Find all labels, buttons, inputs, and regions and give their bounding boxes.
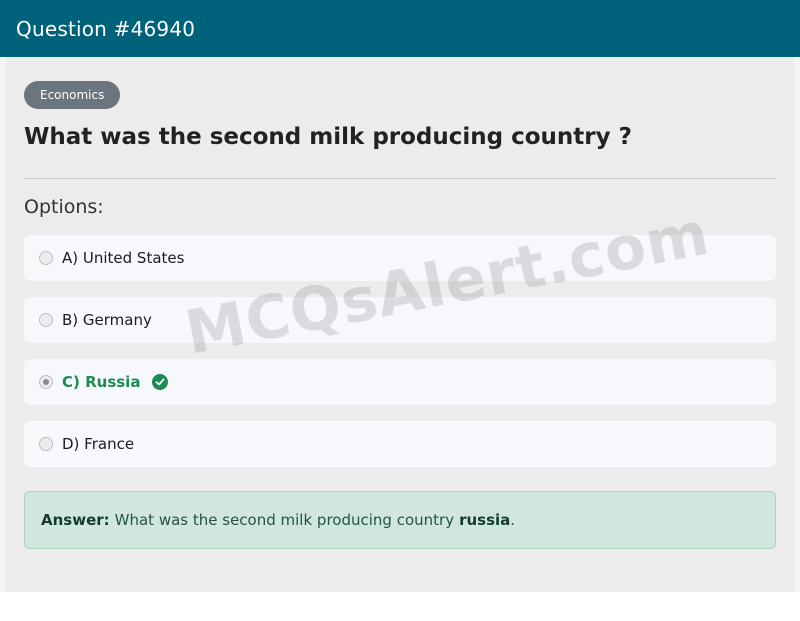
radio-option-a[interactable] (39, 251, 53, 265)
answer-suffix: . (510, 511, 516, 529)
watermark: MCQsAlert.com (180, 198, 716, 369)
question-number-title: Question #46940 (16, 16, 196, 41)
option-b-label: B) Germany (62, 311, 152, 329)
card-edge-left (0, 57, 6, 592)
question-text: What was the second milk producing count… (24, 124, 632, 150)
radio-option-d[interactable] (39, 437, 53, 451)
category-badge[interactable]: Economics (24, 81, 121, 109)
option-c-label: C) Russia (62, 373, 141, 391)
radio-option-b[interactable] (39, 313, 53, 327)
option-a[interactable]: A) United States (24, 235, 776, 281)
option-d-label: D) France (62, 435, 135, 453)
option-d[interactable]: D) France (24, 421, 776, 467)
answer-alert: Answer: What was the second milk produci… (24, 491, 776, 549)
answer-value: russia (459, 511, 511, 529)
card-edge-right (794, 57, 800, 592)
option-a-label: A) United States (62, 249, 185, 267)
category-badge-label: Economics (40, 88, 105, 102)
question-card: Question #46940 Economics What was the s… (0, 0, 800, 592)
answer-text: What was the second milk producing count… (114, 511, 455, 529)
radio-option-c[interactable] (39, 375, 53, 389)
option-b[interactable]: B) Germany (24, 297, 776, 343)
answer-prefix: Answer: (41, 511, 110, 529)
options-heading: Options: (24, 196, 104, 218)
option-c[interactable]: C) Russia (24, 359, 776, 405)
check-circle-icon (152, 374, 169, 390)
checkmark-glyph (156, 378, 165, 386)
divider (24, 178, 776, 179)
card-header: Question #46940 (0, 0, 800, 57)
